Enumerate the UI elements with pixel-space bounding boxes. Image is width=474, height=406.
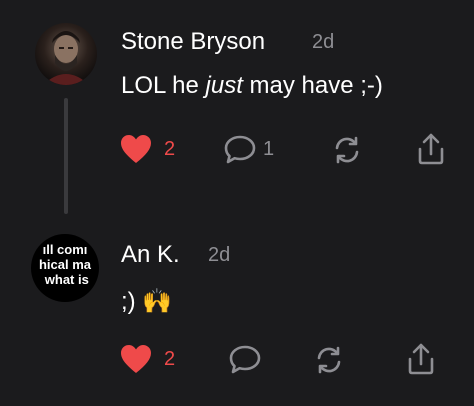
author-name[interactable]: An K. (121, 241, 180, 269)
comment-thread: Stone Bryson 2d LOL he just may have ;-)… (0, 0, 474, 406)
heart-icon[interactable] (120, 134, 152, 169)
timestamp: 2d (312, 31, 335, 53)
comment-bubble-icon[interactable] (223, 134, 257, 171)
comment-text-part: may have ;-) (242, 72, 383, 99)
comment-bubble-icon[interactable] (228, 344, 262, 381)
like-count: 2 (164, 348, 176, 370)
comment-text: LOL he just may have ;-) (121, 72, 383, 100)
comment-text-part: LOL he (121, 72, 206, 99)
repost-icon[interactable] (313, 344, 345, 381)
comment-text-italic: just (205, 72, 243, 99)
avatar[interactable] (35, 23, 97, 85)
share-icon[interactable] (415, 132, 447, 171)
reply-count: 1 (263, 138, 275, 160)
heart-icon[interactable] (120, 344, 152, 379)
timestamp: 2d (208, 244, 231, 266)
thread-connector (64, 98, 68, 214)
avatar[interactable]: ıll comı hical ma what is (31, 234, 99, 302)
avatar-portrait (43, 31, 89, 85)
repost-icon[interactable] (331, 134, 363, 171)
share-icon[interactable] (405, 342, 437, 381)
like-count: 2 (164, 138, 176, 160)
author-name[interactable]: Stone Bryson (121, 28, 265, 56)
comment-text: ;) 🙌 (121, 288, 173, 315)
avatar-image-text: ıll comı hical ma what is (38, 242, 92, 287)
